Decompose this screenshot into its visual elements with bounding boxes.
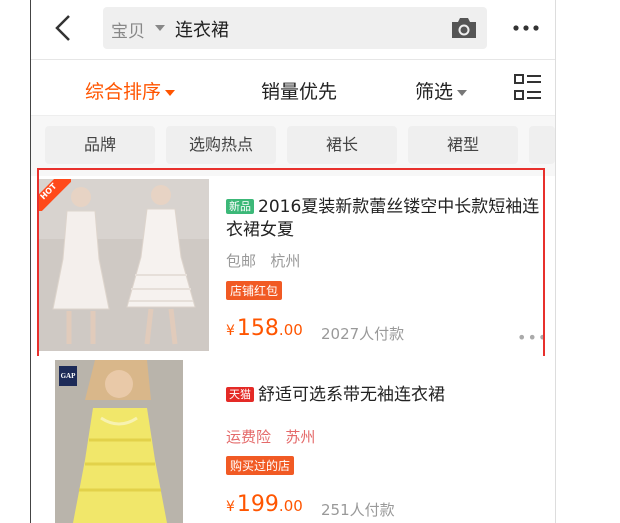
list-view-icon[interactable]	[513, 72, 543, 104]
sort-label: 综合排序	[85, 81, 162, 103]
product-card[interactable]: GAP 天猫 舒适可选系带无袖连衣裙 运费险 苏州 购买过的店 ¥199.00 2…	[31, 356, 555, 523]
sort-comprehensive[interactable]: 综合排序	[85, 77, 176, 104]
frame-edge-right	[555, 0, 556, 523]
sort-by-sales[interactable]: 销量优先	[261, 77, 337, 104]
chevron-down-icon	[155, 25, 165, 31]
purchased-shop-tag: 购买过的店	[226, 456, 295, 475]
chevron-down-icon	[165, 89, 176, 96]
price: ¥199.00	[226, 492, 303, 517]
chip-skirt-length[interactable]: 裙长	[287, 126, 397, 164]
selection-highlight	[37, 168, 545, 363]
sort-label: 销量优先	[261, 81, 338, 103]
search-scope-selector[interactable]: 宝贝	[111, 17, 145, 42]
product-title-text: 舒适可选系带无袖连衣裙	[258, 385, 445, 405]
sold-count: 251人付款	[321, 501, 395, 519]
tmall-badge: 天猫	[226, 387, 254, 402]
filter-chips: 品牌 选购热点 裙长 裙型	[31, 116, 555, 176]
currency-symbol: ¥	[226, 499, 235, 515]
sort-bar: 综合排序 销量优先 筛选	[31, 60, 555, 116]
search-input[interactable]: 宝贝 连衣裙	[103, 7, 487, 49]
location-label: 苏州	[285, 428, 316, 446]
search-results-page: 宝贝 连衣裙 综合排序 销量优先 筛选 品牌 选购热点 裙长 裙型 HOT 新品…	[0, 0, 620, 523]
chip-more[interactable]	[529, 126, 555, 164]
chip-brand[interactable]: 品牌	[45, 126, 155, 164]
filter-button[interactable]: 筛选	[415, 77, 468, 104]
camera-icon[interactable]	[449, 15, 479, 41]
chip-hot-picks[interactable]: 选购热点	[166, 126, 276, 164]
chevron-down-icon	[457, 89, 468, 96]
product-title[interactable]: 天猫 舒适可选系带无袖连衣裙	[226, 384, 546, 407]
back-arrow-icon[interactable]	[51, 12, 79, 44]
search-header: 宝贝 连衣裙	[31, 0, 555, 60]
product-image[interactable]: GAP	[55, 360, 183, 523]
gap-brand-logo: GAP	[59, 366, 77, 386]
more-dots-icon[interactable]	[511, 18, 541, 38]
price-integer: 199	[236, 492, 279, 517]
price-decimal: .00	[278, 497, 303, 515]
chip-skirt-style[interactable]: 裙型	[408, 126, 518, 164]
search-query[interactable]: 连衣裙	[175, 16, 229, 42]
filter-label: 筛选	[415, 81, 454, 103]
product-meta: 运费险 苏州	[226, 426, 315, 447]
shipping-label: 运费险	[226, 428, 272, 446]
